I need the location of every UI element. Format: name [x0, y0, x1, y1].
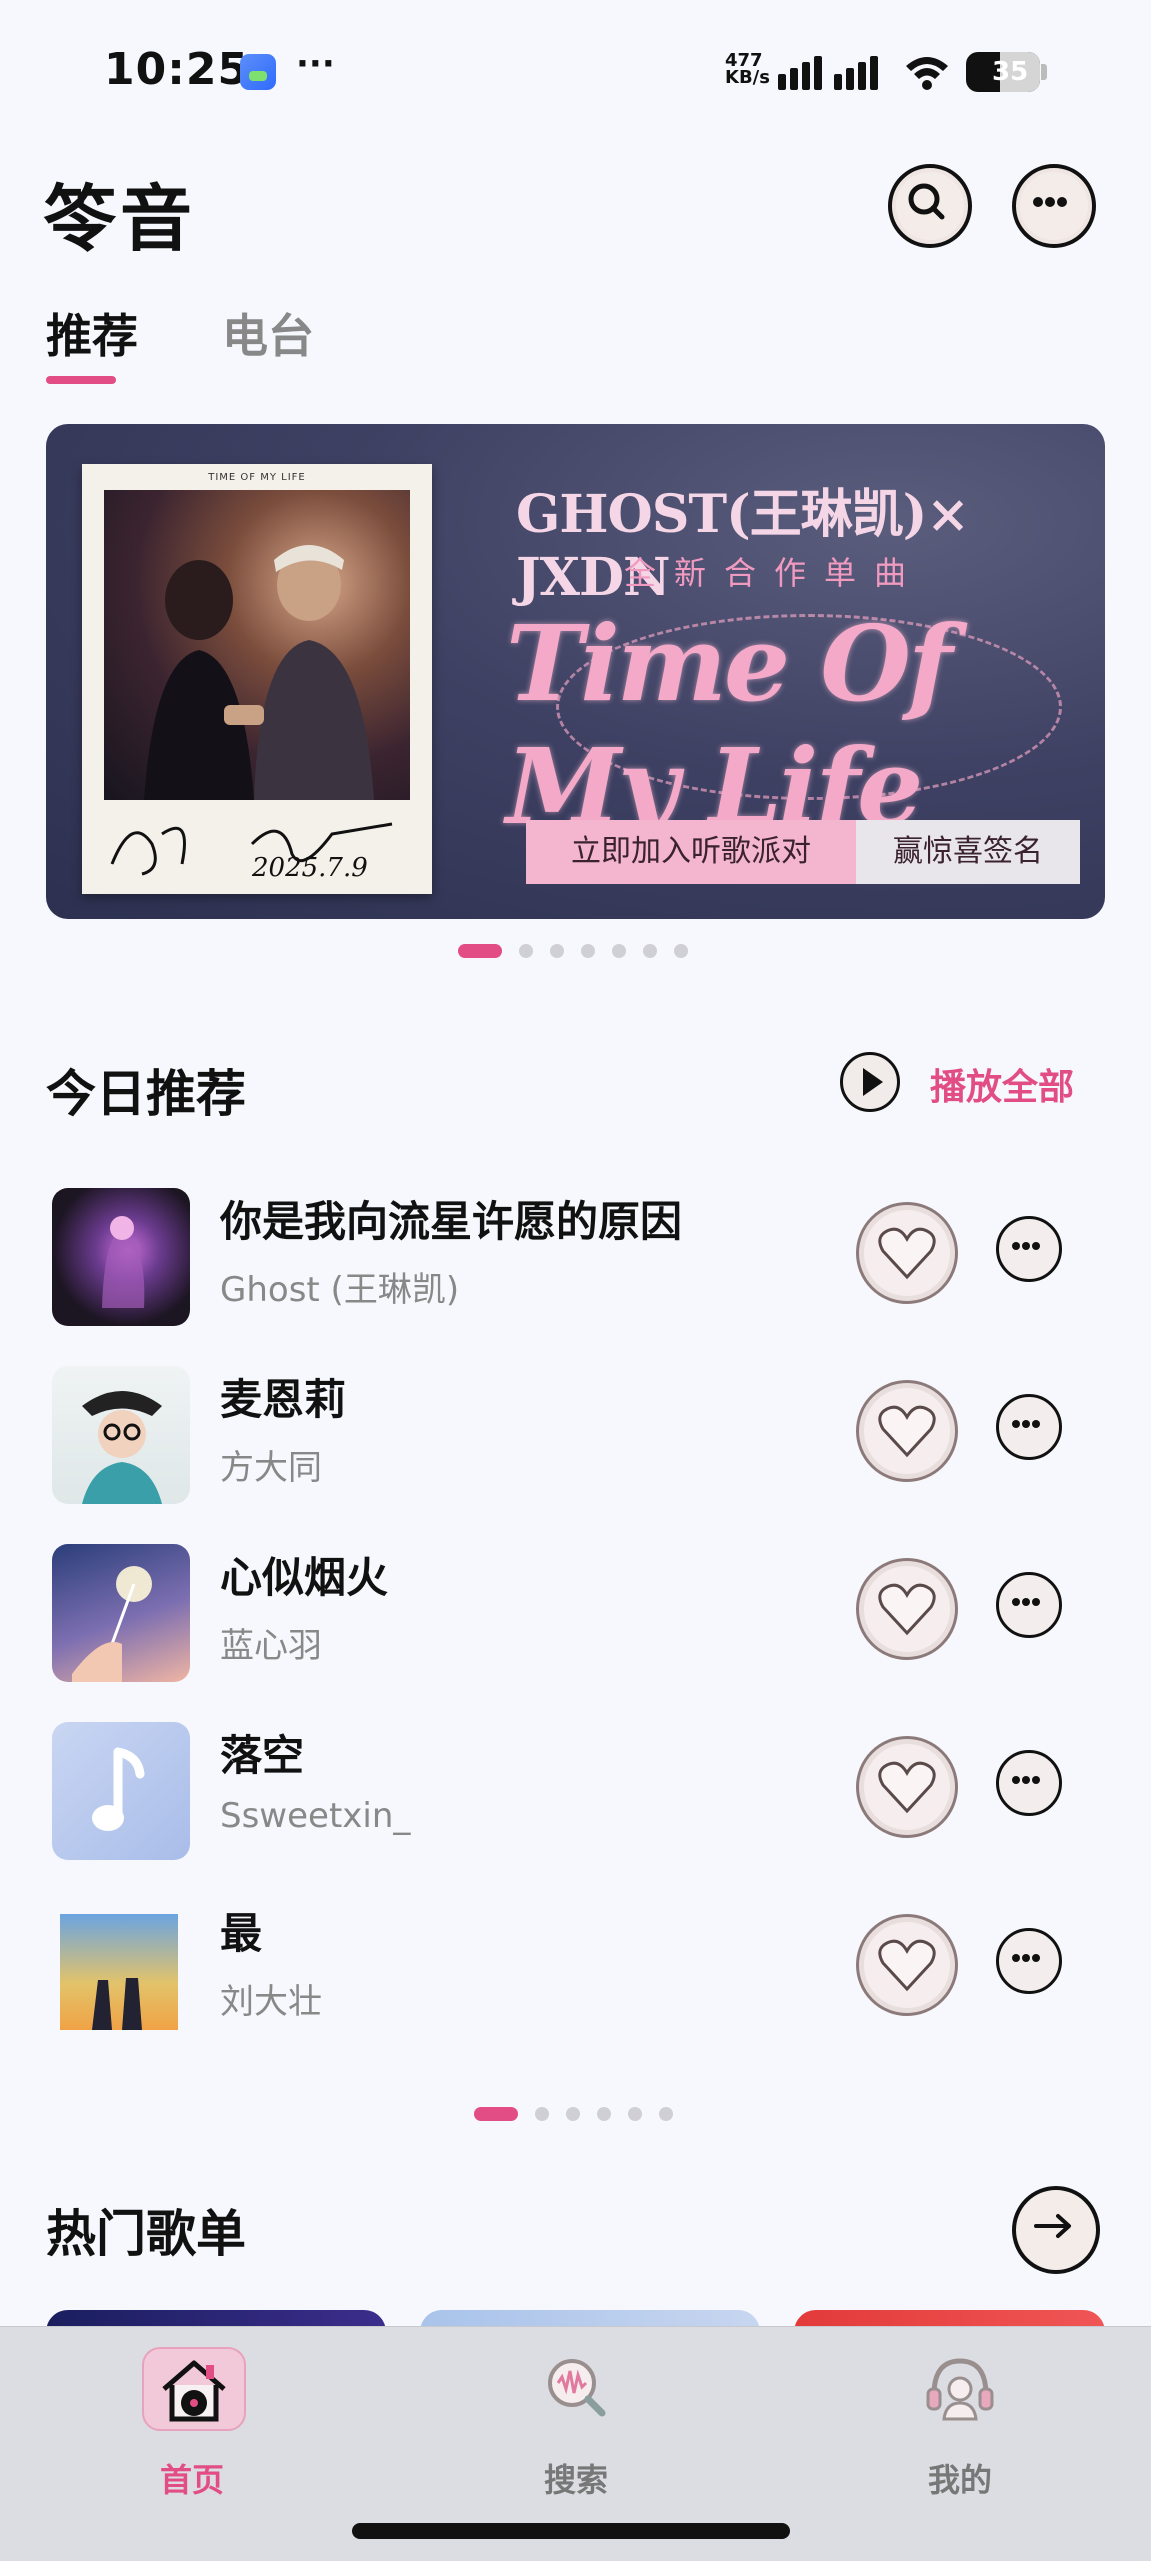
tab-radio[interactable]: 电台	[222, 300, 314, 366]
song-cover	[52, 1188, 190, 1326]
polaroid-title: TIME OF MY LIFE	[208, 472, 306, 483]
song-artist: Ssweetxin_	[220, 1796, 411, 1836]
heart-icon	[878, 1583, 936, 1636]
banner-subtitle: 全新合作单曲	[624, 554, 925, 592]
song-more-button[interactable]	[996, 1750, 1062, 1816]
favorite-button[interactable]	[856, 1202, 958, 1304]
home-record-icon	[142, 2347, 246, 2431]
pager-dot[interactable]	[674, 944, 688, 958]
pager-dot[interactable]	[628, 2107, 642, 2121]
promo-banner[interactable]: TIME OF MY LIFE 2025.7.9 GHOST(王琳凯)× JXD…	[46, 424, 1105, 919]
nav-mine-label: 我的	[927, 2461, 992, 2499]
song-more-button[interactable]	[996, 1572, 1062, 1638]
battery-icon: 35	[966, 52, 1040, 92]
home-indicator[interactable]	[352, 2523, 790, 2539]
more-icon	[1012, 1420, 1040, 1428]
nav-search-label: 搜索	[543, 2461, 608, 2499]
song-more-button[interactable]	[996, 1394, 1062, 1460]
more-icon	[1012, 1242, 1040, 1250]
section-title-today: 今日推荐	[46, 1065, 246, 1123]
song-row[interactable]: 你是我向流星许愿的原因 Ghost (王琳凯)	[46, 1180, 1105, 1340]
more-icon	[1012, 1776, 1040, 1784]
play-all-icon[interactable]	[840, 1052, 900, 1112]
heart-icon	[878, 1761, 936, 1814]
pager-dot-active[interactable]	[458, 944, 502, 958]
wifi-icon	[906, 57, 948, 90]
pager-dot[interactable]	[597, 2107, 611, 2121]
search-wave-icon	[526, 2347, 626, 2427]
svg-text:2025.7.9: 2025.7.9	[251, 853, 368, 883]
heart-icon	[878, 1227, 936, 1280]
favorite-button[interactable]	[856, 1380, 958, 1482]
nav-home-label: 首页	[159, 2461, 224, 2499]
win-signature-button[interactable]: 赢惊喜签名	[856, 820, 1080, 884]
song-title: 落空	[220, 1731, 305, 1780]
song-row[interactable]: 麦恩莉 方大同	[46, 1358, 1105, 1518]
song-artist: Ghost (王琳凯)	[220, 1270, 460, 1310]
heart-icon	[878, 1939, 936, 1992]
today-pager[interactable]	[474, 2107, 673, 2121]
song-cover	[52, 1722, 190, 1860]
pager-dot-active[interactable]	[474, 2107, 518, 2121]
hot-more-button[interactable]	[1012, 2186, 1100, 2274]
song-title: 最	[220, 1909, 263, 1958]
app-title: 笭音	[44, 177, 197, 261]
pager-dot[interactable]	[643, 944, 657, 958]
song-artist: 方大同	[220, 1448, 322, 1488]
headphone-user-icon	[910, 2347, 1010, 2427]
song-title: 心似烟火	[220, 1553, 389, 1602]
song-row[interactable]: 心似烟火 蓝心羽	[46, 1536, 1105, 1696]
pager-dot[interactable]	[566, 2107, 580, 2121]
battery-tip	[1041, 64, 1047, 80]
artist-photo	[104, 490, 410, 800]
banner-song-title: Time Of My Life	[506, 602, 953, 848]
network-speed: 477 KB/s	[725, 52, 770, 88]
join-party-button[interactable]: 立即加入听歌派对	[526, 820, 856, 884]
tab-recommend[interactable]: 推荐	[46, 300, 138, 366]
signal-icon	[778, 56, 878, 90]
more-icon	[1012, 1598, 1040, 1606]
banner-pager[interactable]	[458, 944, 688, 958]
song-row[interactable]: 最 刘大壮	[46, 1892, 1105, 2052]
more-icon	[1012, 1954, 1040, 1962]
pager-dot[interactable]	[519, 944, 533, 958]
song-more-button[interactable]	[996, 1216, 1062, 1282]
favorite-button[interactable]	[856, 1558, 958, 1660]
pager-dot[interactable]	[612, 944, 626, 958]
pager-dot[interactable]	[659, 2107, 673, 2121]
more-icon	[1033, 197, 1067, 207]
play-all-button[interactable]: 播放全部	[930, 1058, 1074, 1110]
more-notifications-icon: ···	[296, 44, 335, 84]
pager-dot[interactable]	[581, 944, 595, 958]
song-cover	[52, 1900, 190, 2038]
search-icon	[908, 183, 945, 220]
status-time: 10:25	[104, 44, 250, 95]
song-cover	[52, 1544, 190, 1682]
song-row[interactable]: 落空 Ssweetxin_	[46, 1714, 1105, 1874]
tab-active-indicator	[46, 376, 116, 384]
favorite-button[interactable]	[856, 1914, 958, 2016]
battery-level: 35	[992, 57, 1029, 87]
pager-dot[interactable]	[550, 944, 564, 958]
autograph-signature: 2025.7.9	[110, 822, 393, 883]
song-title: 麦恩莉	[220, 1375, 347, 1424]
pager-dot[interactable]	[535, 2107, 549, 2121]
polaroid-photo: TIME OF MY LIFE 2025.7.9	[82, 464, 432, 894]
more-options-button[interactable]	[1012, 164, 1096, 248]
song-cover	[52, 1366, 190, 1504]
arrow-right-icon	[1034, 2214, 1071, 2238]
network-speed-unit: KB/s	[725, 67, 770, 88]
heart-icon	[878, 1405, 936, 1458]
song-more-button[interactable]	[996, 1928, 1062, 1994]
gallery-app-icon	[240, 54, 276, 90]
search-button[interactable]	[888, 164, 972, 248]
status-bar: 10:25 ··· 477 KB/s 35	[0, 0, 1151, 150]
song-artist: 蓝心羽	[220, 1626, 322, 1666]
music-note-icon	[92, 1747, 145, 1831]
favorite-button[interactable]	[856, 1736, 958, 1838]
song-title: 你是我向流星许愿的原因	[220, 1197, 683, 1246]
section-title-hot: 热门歌单	[46, 2205, 246, 2263]
song-artist: 刘大壮	[220, 1982, 322, 2022]
